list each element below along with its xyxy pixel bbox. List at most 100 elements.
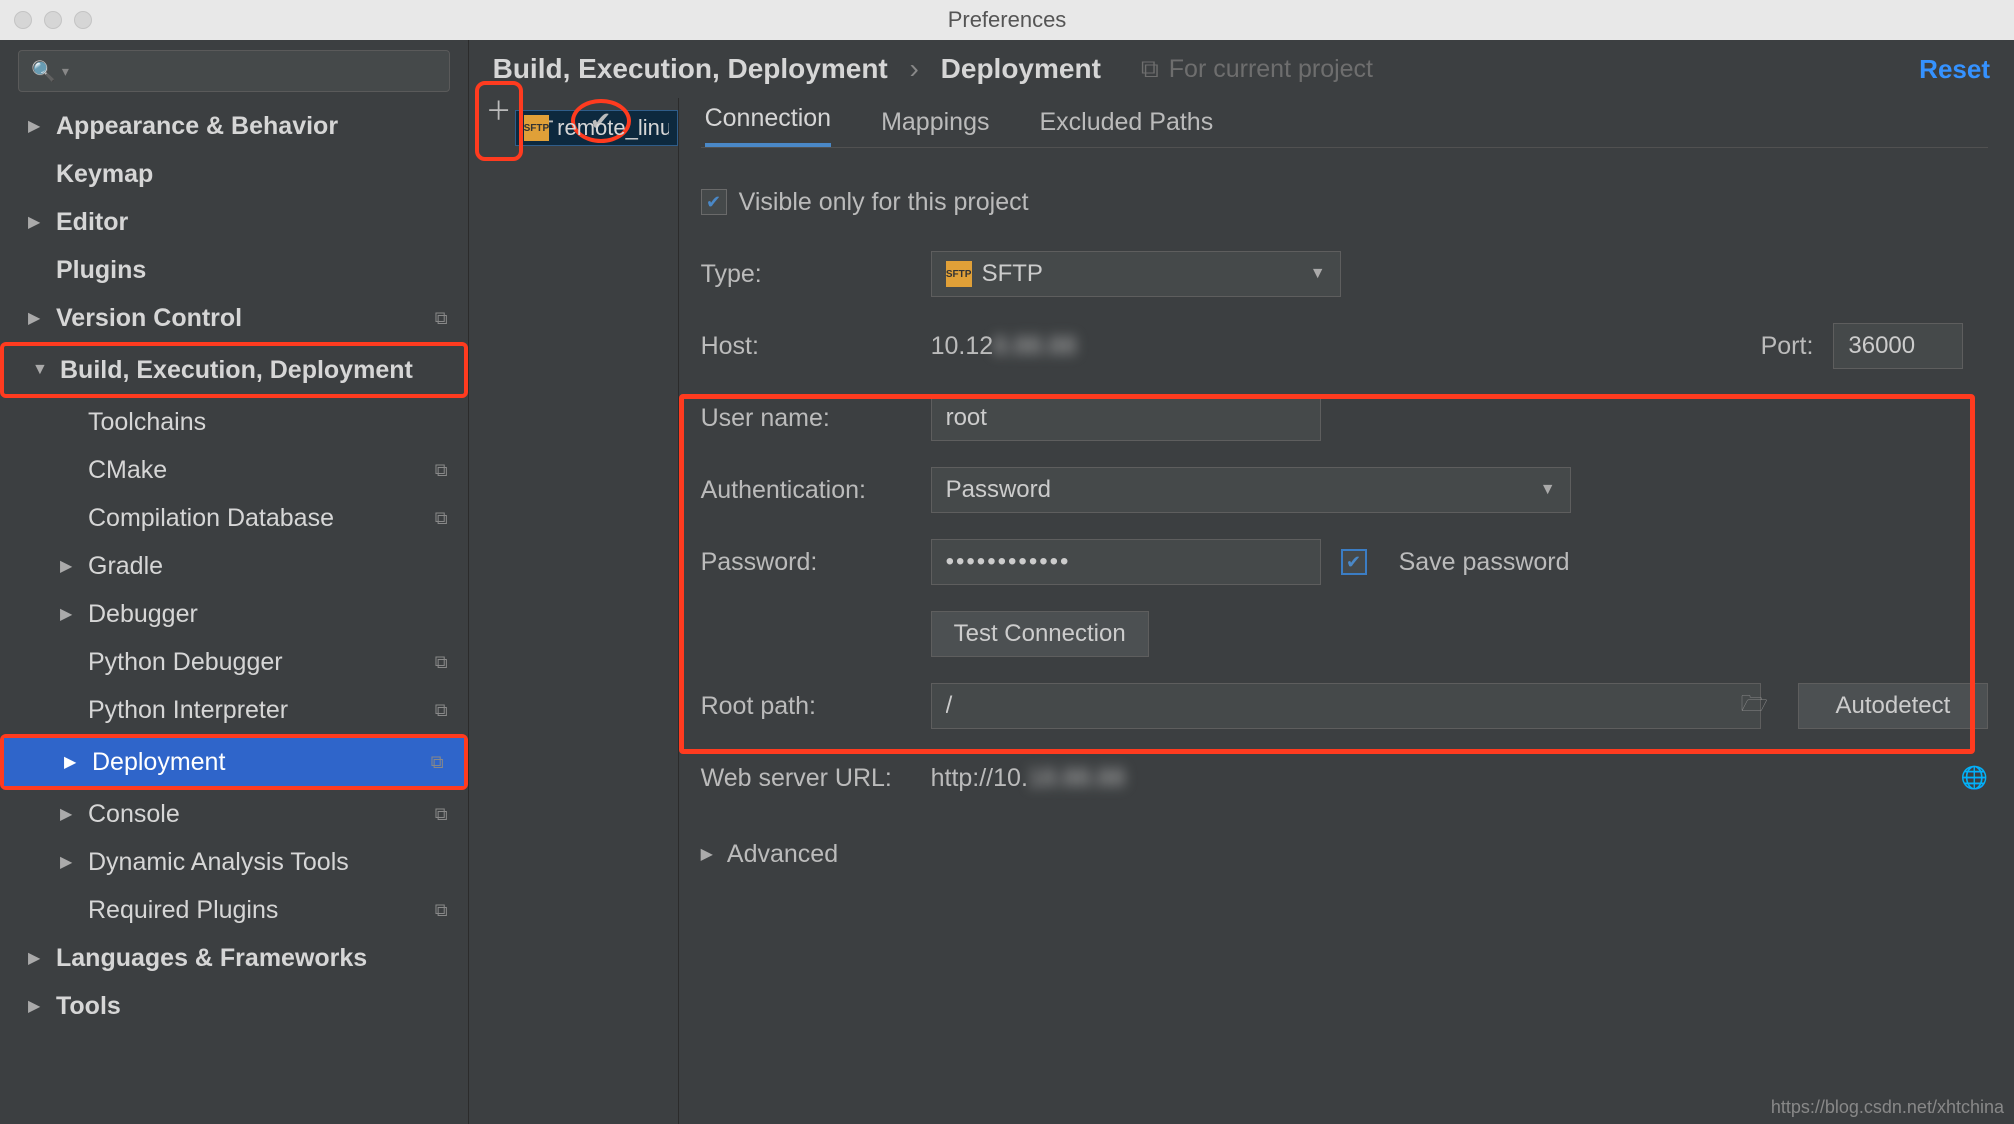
- root-path-label: Root path:: [701, 692, 931, 721]
- tree-item-deployment[interactable]: ▶ Deployment ⧉: [4, 738, 464, 786]
- server-list-column: ＋ − ✔ SFTP remote_linu: [469, 98, 679, 1124]
- chevron-icon: ▶: [60, 804, 80, 824]
- root-path-field[interactable]: [931, 683, 1761, 729]
- chevron-icon: ▶: [64, 752, 84, 772]
- authentication-select[interactable]: Password ▼: [931, 467, 1571, 513]
- chevron-right-icon[interactable]: ▶: [701, 844, 713, 864]
- tree-item-dynamic-analysis-tools[interactable]: ▶ Dynamic Analysis Tools: [0, 838, 468, 886]
- tree-item-debugger[interactable]: ▶ Debugger: [0, 590, 468, 638]
- project-level-icon: ⧉: [435, 508, 448, 529]
- tree-item-label: Required Plugins: [88, 896, 278, 925]
- test-connection-button[interactable]: Test Connection: [931, 611, 1149, 657]
- tree-item-console[interactable]: ▶Console⧉: [0, 790, 468, 838]
- save-password-checkbox[interactable]: [1341, 549, 1367, 575]
- host-field[interactable]: 10.128.88.88: [931, 332, 1741, 361]
- username-field[interactable]: [931, 395, 1321, 441]
- project-level-icon: ⧉: [435, 308, 448, 329]
- port-label: Port:: [1761, 332, 1814, 361]
- tree-item-plugins[interactable]: Plugins: [0, 246, 468, 294]
- chevron-icon: ▶: [60, 604, 80, 624]
- chevron-icon: ▶: [28, 948, 48, 968]
- tree-item-editor[interactable]: ▶Editor: [0, 198, 468, 246]
- visible-only-checkbox[interactable]: [701, 189, 727, 215]
- tree-item-compilation-database[interactable]: Compilation Database ⧉: [0, 494, 468, 542]
- window-controls: [14, 11, 92, 29]
- project-level-icon: ⧉: [431, 752, 444, 773]
- tab-excluded-paths[interactable]: Excluded Paths: [1039, 108, 1213, 147]
- project-level-icon: ⧉: [435, 652, 448, 673]
- tree-item-cmake[interactable]: CMake⧉: [0, 446, 468, 494]
- chevron-icon: ▶: [28, 212, 48, 232]
- tab-connection[interactable]: Connection: [705, 104, 831, 147]
- tree-item-label: Deployment: [92, 748, 225, 777]
- autodetect-button[interactable]: Autodetect: [1798, 683, 1988, 729]
- breadcrumb-row: Build, Execution, Deployment › Deploymen…: [469, 40, 2014, 98]
- password-field[interactable]: [931, 539, 1321, 585]
- tree-item-appearance-behavior[interactable]: ▶ Appearance & Behavior: [0, 102, 468, 150]
- sftp-icon: SFTP: [524, 115, 550, 141]
- zoom-window-icon[interactable]: [74, 11, 92, 29]
- tree-item-languages-frameworks[interactable]: ▶ Languages & Frameworks: [0, 934, 468, 982]
- title-bar: Preferences: [0, 0, 2014, 40]
- type-label: Type:: [701, 260, 931, 289]
- highlight-box: ▶ Deployment ⧉: [0, 734, 468, 790]
- type-select[interactable]: SFTP SFTP ▼: [931, 251, 1341, 297]
- tree-item-label: Debugger: [88, 600, 198, 629]
- tree-item-python-interpreter[interactable]: Python Interpreter⧉: [0, 686, 468, 734]
- visible-only-label: Visible only for this project: [739, 188, 1029, 217]
- tree-item-python-debugger[interactable]: Python Debugger⧉: [0, 638, 468, 686]
- host-label: Host:: [701, 332, 931, 361]
- tree-item-label: Languages & Frameworks: [56, 944, 367, 973]
- port-field[interactable]: [1833, 323, 1963, 369]
- close-window-icon[interactable]: [14, 11, 32, 29]
- tree-item-version-control[interactable]: ▶Version Control⧉: [0, 294, 468, 342]
- breadcrumb-part-1: Build, Execution, Deployment: [493, 53, 888, 84]
- globe-icon[interactable]: 🌐: [1961, 765, 1988, 791]
- chevron-icon: ▶: [60, 852, 80, 872]
- username-label: User name:: [701, 404, 931, 433]
- breadcrumb-part-2: Deployment: [941, 53, 1101, 84]
- server-item-remote-linux[interactable]: SFTP remote_linu: [515, 110, 678, 146]
- chevron-down-icon: ▼: [1310, 265, 1326, 283]
- reset-button[interactable]: Reset: [1919, 54, 1990, 85]
- tree-item-tools[interactable]: ▶ Tools: [0, 982, 468, 1030]
- for-current-project-label: ⧉ For current project: [1141, 55, 1373, 84]
- deployment-detail-panel: Connection Mappings Excluded Paths Visib…: [679, 98, 2014, 1124]
- tree-item-label: Toolchains: [88, 408, 206, 437]
- tree-item-gradle[interactable]: ▶Gradle: [0, 542, 468, 590]
- tree-item-keymap[interactable]: Keymap: [0, 150, 468, 198]
- settings-tree-sidebar: 🔍 ▾ ▶Appearance & BehaviorKeymap▶EditorP…: [0, 40, 469, 1124]
- watermark: https://blog.csdn.net/xhtchina: [1771, 1097, 2004, 1118]
- tree-item-label: Build, Execution, Deployment: [60, 356, 413, 385]
- chevron-icon: ▼: [32, 361, 52, 379]
- tree-item-label: Appearance & Behavior: [56, 112, 338, 141]
- chevron-icon: ▶: [60, 556, 80, 576]
- tree-item-label: CMake: [88, 456, 167, 485]
- save-password-label: Save password: [1399, 548, 1570, 577]
- chevron-icon: ▶: [28, 996, 48, 1016]
- advanced-section-label[interactable]: Advanced: [727, 840, 838, 869]
- sftp-icon: SFTP: [946, 261, 972, 287]
- web-url-field[interactable]: http://10.18.88.88: [931, 764, 1981, 793]
- chevron-icon: ▶: [28, 116, 48, 136]
- tree-item-toolchains[interactable]: Toolchains: [0, 398, 468, 446]
- tree-item-required-plugins[interactable]: Required Plugins⧉: [0, 886, 468, 934]
- tree-item-build-execution-deployment[interactable]: ▼ Build, Execution, Deployment: [4, 346, 464, 394]
- tree-item-label: Dynamic Analysis Tools: [88, 848, 349, 877]
- chevron-right-icon: ›: [910, 53, 919, 84]
- server-label: remote_linu: [557, 115, 668, 141]
- project-level-icon: ⧉: [435, 700, 448, 721]
- folder-icon[interactable]: 🗁: [1741, 687, 1768, 725]
- tree-item-label: Compilation Database: [88, 504, 334, 533]
- search-dropdown-icon[interactable]: ▾: [62, 63, 69, 80]
- copy-icon: ⧉: [1141, 55, 1159, 84]
- breadcrumb: Build, Execution, Deployment › Deploymen…: [493, 53, 1101, 85]
- search-input[interactable]: 🔍 ▾: [18, 50, 450, 92]
- minimize-window-icon[interactable]: [44, 11, 62, 29]
- web-url-label: Web server URL:: [701, 764, 931, 793]
- tree-item-label: Tools: [56, 992, 121, 1021]
- tab-mappings[interactable]: Mappings: [881, 108, 989, 147]
- chevron-down-icon: ▼: [1540, 481, 1556, 499]
- tree-item-label: Keymap: [56, 160, 153, 189]
- tree-item-label: Console: [88, 800, 180, 829]
